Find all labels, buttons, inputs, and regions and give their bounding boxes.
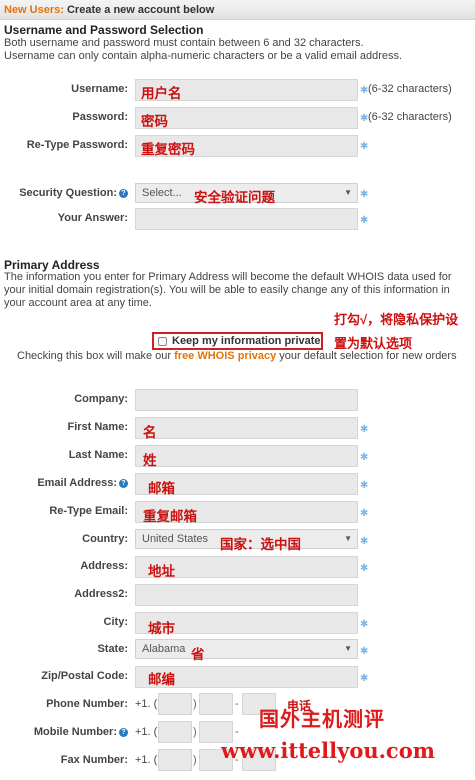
email-label-text: Email Address: <box>37 477 117 489</box>
mobile-prefix: +1. ( <box>135 726 158 738</box>
account-section-title: Username and Password Selection <box>4 23 204 37</box>
security-question-value: Select... <box>142 187 182 199</box>
address2-label: Address2: <box>74 588 128 600</box>
retype-email-label: Re-Type Email: <box>49 505 128 517</box>
header-highlight: New Users: <box>4 4 64 16</box>
country-value: United States <box>142 533 209 545</box>
header-title: New Users: Create a new account below <box>4 4 214 16</box>
phone-dash: - <box>235 698 239 710</box>
password-label: Password: <box>72 111 128 123</box>
password-input[interactable] <box>135 107 358 129</box>
primary-address-desc: The information you enter for Primary Ad… <box>4 271 452 309</box>
phone-prefix-input[interactable] <box>199 693 233 715</box>
watermark-url: www.ittellyou.com <box>221 738 435 763</box>
state-label: State: <box>97 643 128 655</box>
company-input[interactable] <box>135 389 358 411</box>
required-icon: ✱ <box>360 646 369 657</box>
country-note: 国家：选中国 <box>220 537 301 552</box>
password-value: 密码 <box>141 114 168 129</box>
security-question-label: Security Question:? <box>19 187 128 199</box>
required-icon: ✱ <box>360 424 369 435</box>
state-select[interactable]: Alabama ▼ <box>135 639 358 659</box>
phone-area-input[interactable] <box>158 693 192 715</box>
required-icon: ✱ <box>360 215 369 226</box>
retype-password-value: 重复密码 <box>141 142 195 157</box>
last-name-value: 姓 <box>143 453 157 468</box>
username-hint: (6-32 characters) <box>368 83 452 95</box>
header-text: Create a new account below <box>66 4 215 16</box>
fax-area-input[interactable] <box>158 749 192 771</box>
last-name-input[interactable] <box>135 445 358 467</box>
first-name-input[interactable] <box>135 417 358 439</box>
last-name-label: Last Name: <box>68 449 128 461</box>
city-label: City: <box>103 616 128 628</box>
username-value: 用户名 <box>141 86 182 101</box>
required-icon: ✱ <box>360 536 369 547</box>
required-icon: ✱ <box>360 141 369 152</box>
required-icon: ✱ <box>360 480 369 491</box>
state-value: Alabama <box>142 643 186 655</box>
email-label: Email Address:? <box>37 477 128 489</box>
zip-label: Zip/Postal Code: <box>41 670 128 682</box>
chevron-down-icon: ▼ <box>344 188 352 197</box>
zip-value: 邮编 <box>148 672 175 687</box>
required-icon: ✱ <box>360 508 369 519</box>
account-desc-1: Both username and password must contain … <box>4 37 364 49</box>
retype-email-value: 重复邮箱 <box>143 509 197 524</box>
mobile-label: Mobile Number:? <box>34 726 128 738</box>
username-label: Username: <box>71 83 128 95</box>
question-circle-icon[interactable]: ? <box>119 189 128 198</box>
privacy-desc-after: your default selection for new orders <box>276 350 457 362</box>
mobile-dash: - <box>235 726 239 738</box>
password-hint: (6-32 characters) <box>368 111 452 123</box>
privacy-checkbox-label: Keep my information private <box>172 335 321 347</box>
city-value: 城市 <box>148 621 175 636</box>
answer-label: Your Answer: <box>57 212 128 224</box>
phone-label: Phone Number: <box>46 698 128 710</box>
phone-paren: ) <box>193 698 197 710</box>
retype-password-label: Re-Type Password: <box>26 139 128 151</box>
required-icon: ✱ <box>360 189 369 200</box>
privacy-note-1: 打勾√，将隐私保护设 <box>334 312 459 327</box>
question-circle-icon[interactable]: ? <box>119 479 128 488</box>
primary-address-title: Primary Address <box>4 258 100 272</box>
first-name-value: 名 <box>143 425 157 440</box>
company-label: Company: <box>74 393 128 405</box>
answer-input[interactable] <box>135 208 358 230</box>
privacy-desc: Checking this box will make our free WHO… <box>17 350 473 363</box>
security-question-label-text: Security Question: <box>19 187 117 199</box>
privacy-checkbox-row[interactable]: Keep my information private <box>152 332 323 350</box>
email-value: 邮箱 <box>148 481 175 496</box>
fax-label: Fax Number: <box>60 754 128 766</box>
mobile-label-text: Mobile Number: <box>33 726 117 738</box>
state-note: 省 <box>191 647 205 662</box>
address-label: Address: <box>80 560 128 572</box>
address2-input[interactable] <box>135 584 358 606</box>
header-bar: New Users: Create a new account below <box>0 0 475 20</box>
privacy-desc-before: Checking this box will make our <box>17 350 175 362</box>
watermark-title: 国外主机测评 <box>259 709 385 731</box>
account-desc-2: Username can only contain alpha-numeric … <box>4 50 403 62</box>
privacy-checkbox[interactable] <box>158 337 167 346</box>
chevron-down-icon: ▼ <box>344 644 352 653</box>
mobile-area-input[interactable] <box>158 721 192 743</box>
whois-privacy-link[interactable]: free WHOIS privacy <box>174 350 276 362</box>
fax-prefix: +1. ( <box>135 754 158 766</box>
mobile-paren: ) <box>193 726 197 738</box>
required-icon: ✱ <box>360 563 369 574</box>
chevron-down-icon: ▼ <box>344 534 352 543</box>
country-label: Country: <box>82 533 128 545</box>
fax-paren: ) <box>193 754 197 766</box>
phone-prefix: +1. ( <box>135 698 158 710</box>
required-icon: ✱ <box>360 452 369 463</box>
question-circle-icon[interactable]: ? <box>119 728 128 737</box>
first-name-label: First Name: <box>67 421 128 433</box>
address-value: 地址 <box>148 564 175 579</box>
security-question-note: 安全验证问题 <box>194 190 275 205</box>
required-icon: ✱ <box>360 619 369 630</box>
required-icon: ✱ <box>360 673 369 684</box>
